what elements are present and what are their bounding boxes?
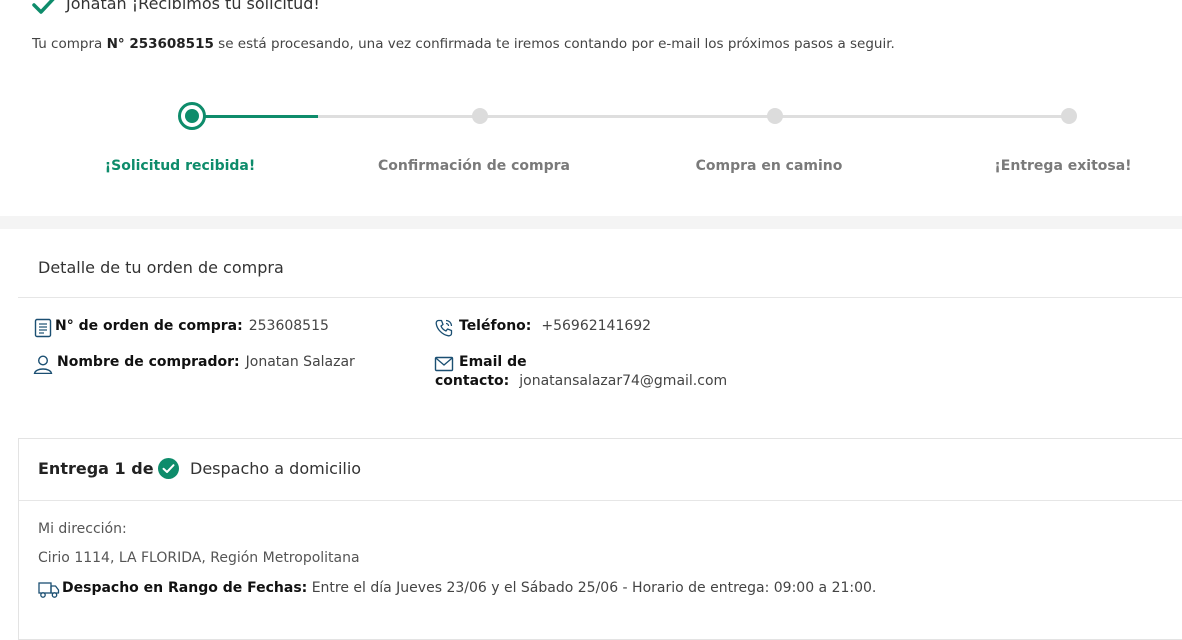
progress-track: [192, 115, 1068, 118]
divider: [19, 500, 1182, 501]
buyer-value: Jonatan Salazar: [245, 354, 355, 370]
check-circle-icon: [158, 458, 179, 479]
phone-icon: [435, 319, 453, 337]
step-marker-confirmation: [472, 108, 488, 124]
envelope-icon: [434, 356, 454, 372]
email-field: contacto: jonatansalazar74@gmail.com: [435, 373, 727, 389]
step-marker-received: [178, 102, 206, 130]
shipping-range-value: Entre el día Jueves 23/06 y el Sábado 25…: [311, 580, 877, 596]
intro-suffix: se está procesando, una vez confirmada t…: [218, 36, 895, 52]
address-value: Cirio 1114, LA FLORIDA, Región Metropoli…: [38, 550, 360, 566]
order-number-label: N° de orden de compra:: [55, 318, 243, 334]
step-label-shipping: Compra en camino: [695, 158, 843, 174]
truck-icon: [38, 582, 60, 598]
email-value: jonatansalazar74@gmail.com: [519, 373, 728, 389]
email-label-part1: Email de: [459, 354, 527, 370]
delivery-method: Despacho a domicilio: [190, 459, 362, 478]
buyer-field: Nombre de comprador: Jonatan Salazar: [57, 354, 355, 370]
shipping-range: Despacho en Rango de Fechas: Entre el dí…: [62, 580, 876, 596]
order-number-value: 253608515: [248, 318, 329, 334]
phone-value: +56962141692: [541, 318, 652, 334]
divider: [18, 297, 1182, 298]
step-label-delivered: ¡Entrega exitosa!: [994, 158, 1132, 174]
checkmark-icon: [32, 0, 55, 14]
phone-label: Teléfono:: [459, 318, 532, 334]
email-label-line1: Email de: [459, 354, 527, 370]
delivery-title: Entrega 1 de 1: [38, 459, 170, 478]
phone-field: Teléfono: +56962141692: [459, 318, 651, 334]
step-label-received: ¡Solicitud recibida!: [104, 158, 256, 174]
order-section-title: Detalle de tu orden de compra: [38, 258, 284, 277]
address-label: Mi dirección:: [38, 521, 127, 537]
delivery-count: Entrega 1 de 1: [38, 459, 171, 478]
page-title: Jonatan ¡Recibimos tu solicitud!: [66, 0, 320, 13]
section-separator: [0, 216, 1182, 229]
step-label-confirmation: Confirmación de compra: [377, 158, 571, 174]
intro-text: Tu compra N° 253608515 se está procesand…: [32, 36, 895, 52]
user-icon: [33, 355, 53, 374]
intro-prefix: Tu compra: [32, 36, 103, 52]
order-reference: N° 253608515: [106, 36, 214, 52]
email-label-part2: contacto:: [435, 373, 510, 389]
progress-fill: [192, 115, 318, 118]
shipping-range-label: Despacho en Rango de Fechas:: [62, 580, 308, 596]
order-number-field: N° de orden de compra: 253608515: [55, 318, 329, 334]
step-marker-delivered: [1061, 108, 1077, 124]
buyer-label: Nombre de comprador:: [57, 354, 240, 370]
receipt-icon: [34, 318, 52, 338]
step-marker-shipping: [767, 108, 783, 124]
